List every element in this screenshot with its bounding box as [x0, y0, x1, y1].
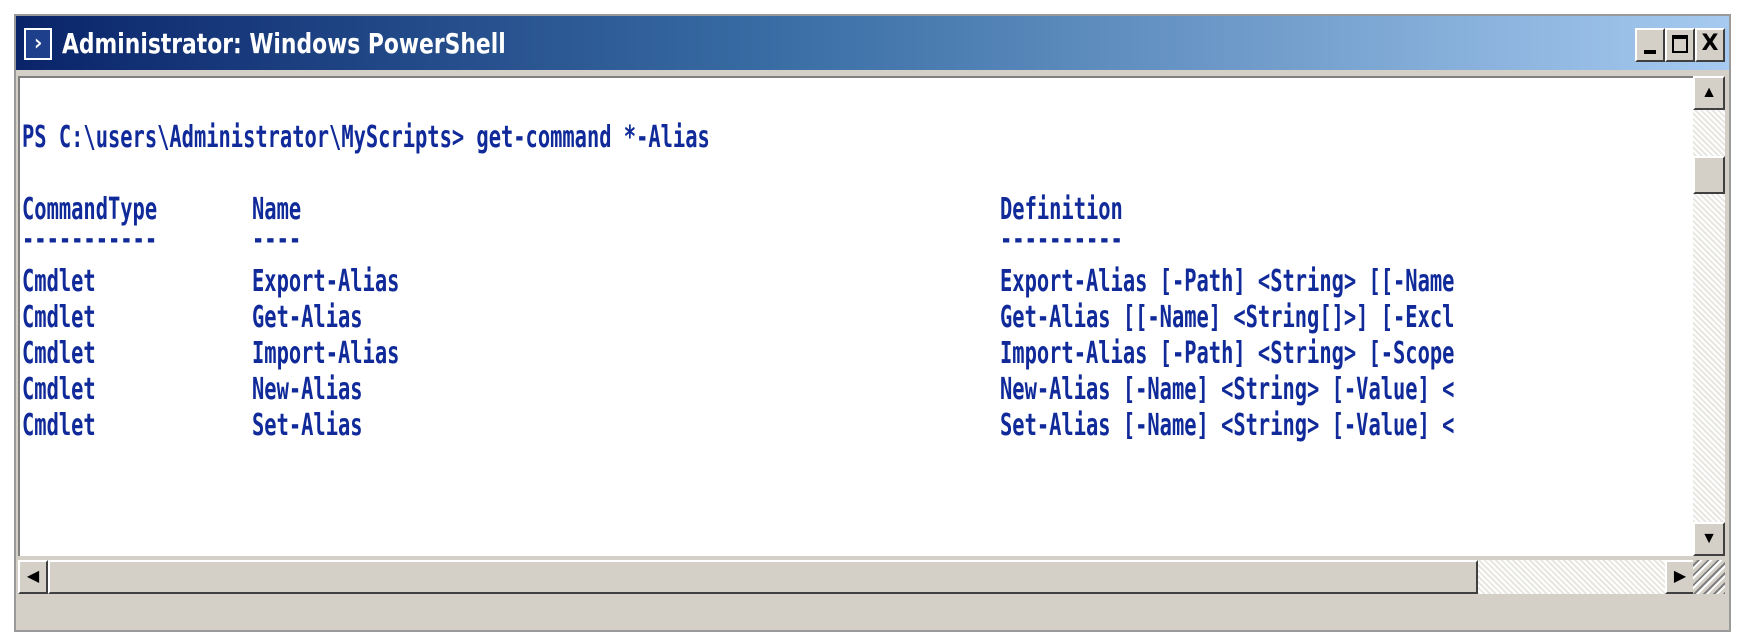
separator-name: ----	[252, 222, 302, 257]
prompt-line: PS C:\users\Administrator\MyScripts> get…	[22, 120, 710, 155]
row-commandtype: Cmdlet	[22, 372, 96, 407]
horizontal-scroll-thumb[interactable]	[48, 560, 1478, 594]
row-name: Export-Alias	[252, 264, 400, 299]
vertical-scroll-thumb[interactable]	[1693, 156, 1725, 194]
horizontal-scrollbar[interactable]: ◀ ▶	[18, 560, 1695, 594]
vertical-scrollbar[interactable]: ▲ ▼	[1693, 76, 1725, 556]
row-name: Get-Alias	[252, 300, 363, 335]
row-definition: Get-Alias [[-Name] <String[]>] [-Excl	[1000, 300, 1455, 335]
separator-definition: ----------	[1000, 222, 1123, 257]
scroll-right-button[interactable]: ▶	[1665, 560, 1695, 594]
row-commandtype: Cmdlet	[22, 264, 96, 299]
minimize-button[interactable]	[1635, 28, 1665, 62]
row-name: New-Alias	[252, 372, 363, 407]
maximize-button[interactable]	[1665, 28, 1695, 62]
scroll-left-button[interactable]: ◀	[18, 560, 48, 594]
resize-grip[interactable]	[1693, 560, 1725, 594]
row-definition: Set-Alias [-Name] <String> [-Value] <	[1000, 408, 1455, 443]
row-name: Import-Alias	[252, 336, 400, 371]
row-definition: Export-Alias [-Path] <String> [[-Name	[1000, 264, 1455, 299]
row-commandtype: Cmdlet	[22, 336, 96, 371]
powershell-icon: ›	[24, 28, 52, 60]
title-bar[interactable]: › Administrator: Windows PowerShell X	[16, 16, 1729, 72]
console-output[interactable]: PS C:\users\Administrator\MyScripts> get…	[18, 76, 1695, 556]
row-definition: New-Alias [-Name] <String> [-Value] <	[1000, 372, 1455, 407]
row-commandtype: Cmdlet	[22, 300, 96, 335]
row-definition: Import-Alias [-Path] <String> [-Scope	[1000, 336, 1455, 371]
window-controls: X	[1635, 28, 1725, 62]
row-commandtype: Cmdlet	[22, 408, 96, 443]
separator-commandtype: -----------	[22, 222, 158, 257]
window-title: Administrator: Windows PowerShell	[62, 27, 506, 60]
row-name: Set-Alias	[252, 408, 363, 443]
scroll-up-button[interactable]: ▲	[1693, 76, 1725, 110]
close-button[interactable]: X	[1695, 28, 1725, 62]
scroll-down-button[interactable]: ▼	[1693, 522, 1725, 556]
